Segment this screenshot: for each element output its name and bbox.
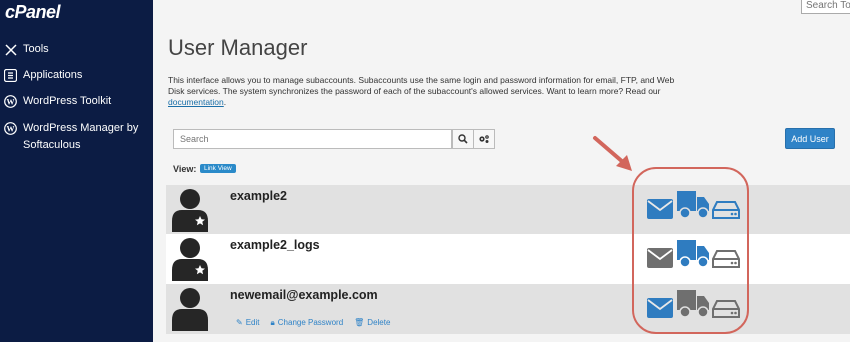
svg-text:W: W bbox=[7, 98, 15, 107]
user-avatar-icon bbox=[172, 288, 208, 331]
tools-search-input[interactable] bbox=[801, 0, 850, 14]
sidebar-item-tools[interactable]: Tools bbox=[4, 41, 49, 58]
view-label: View: bbox=[173, 164, 197, 174]
page-title: User Manager bbox=[168, 35, 308, 60]
magnifier-icon bbox=[458, 134, 468, 144]
username[interactable]: example2_logs bbox=[230, 238, 320, 252]
search-button[interactable] bbox=[452, 129, 474, 149]
applications-icon bbox=[4, 69, 17, 82]
sidebar-item-wordpress-toolkit[interactable]: W WordPress Toolkit bbox=[4, 93, 111, 110]
annotation-arrow-icon bbox=[593, 136, 632, 171]
delete-link[interactable]: 🗑︎ Delete bbox=[354, 318, 390, 328]
change-password-link[interactable]: 🔒︎ Change Password bbox=[271, 318, 344, 328]
sidebar-item-applications[interactable]: Applications bbox=[4, 67, 82, 84]
view-mode-toggle[interactable]: Link View bbox=[200, 164, 236, 173]
pencil-icon: ✎ bbox=[236, 318, 243, 327]
tools-icon bbox=[4, 43, 17, 56]
service-highlight-outline bbox=[632, 167, 749, 334]
edit-link[interactable]: ✎ Edit bbox=[236, 318, 260, 328]
user-avatar-icon bbox=[172, 238, 208, 281]
wordpress-icon: W bbox=[4, 95, 17, 108]
search-settings-button[interactable] bbox=[473, 129, 495, 149]
user-search-input[interactable] bbox=[173, 129, 452, 149]
sidebar-item-label: Applications bbox=[23, 69, 83, 81]
sidebar-item-label: WordPress Toolkit bbox=[23, 95, 112, 107]
lock-icon: 🔒︎ bbox=[270, 318, 275, 327]
page-intro: This interface allows you to manage suba… bbox=[168, 75, 675, 107]
sidebar-item-label: Tools bbox=[23, 43, 49, 55]
documentation-link[interactable]: documentation bbox=[168, 97, 224, 107]
cpanel-logo[interactable]: cPanel bbox=[5, 2, 61, 23]
username[interactable]: example2 bbox=[230, 189, 287, 203]
sidebar-item-wordpress-manager[interactable]: W WordPress Manager by Softaculous bbox=[4, 120, 144, 154]
gears-icon bbox=[479, 135, 489, 143]
row-actions: ✎ Edit 🔒︎ Change Password 🗑︎ Delete bbox=[236, 318, 390, 328]
user-avatar-icon bbox=[172, 189, 208, 232]
add-user-button[interactable]: Add User bbox=[785, 128, 835, 149]
sidebar-item-label: WordPress Manager by Softaculous bbox=[23, 122, 139, 151]
username[interactable]: newemail@example.com bbox=[230, 288, 378, 302]
sidebar: cPanel Tools Applications W WordPress To… bbox=[0, 0, 153, 342]
main-content: User Manager This interface allows you t… bbox=[153, 0, 850, 342]
trash-icon: 🗑︎ bbox=[354, 318, 365, 327]
